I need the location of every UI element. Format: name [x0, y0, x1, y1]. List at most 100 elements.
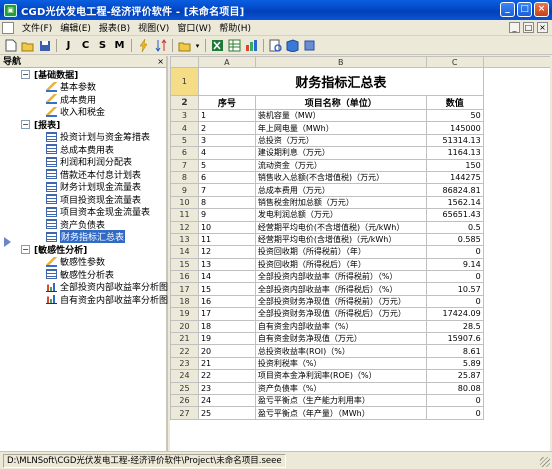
tree-item[interactable]: 资产负债表 [0, 218, 166, 231]
tree-item[interactable]: 投资计划与资金筹措表 [0, 131, 166, 143]
cell-seq[interactable]: 25 [197, 406, 256, 420]
cell-seq[interactable]: 2 [197, 121, 256, 135]
lightning-icon[interactable] [136, 38, 151, 53]
maximize-button[interactable]: □ [517, 2, 532, 17]
row-header[interactable]: 6 [170, 146, 199, 160]
row-header[interactable]: 7 [170, 158, 199, 172]
cell-name[interactable]: 建设期利息（万元） [254, 146, 427, 160]
cell-value[interactable]: 0.5 [425, 220, 484, 234]
new-file-icon[interactable] [3, 38, 18, 53]
cell-value[interactable]: 144275 [425, 170, 484, 185]
row-header[interactable]: 25 [170, 381, 199, 396]
cell-name[interactable]: 盈亏平衡点（生产能力利用率） [254, 393, 427, 408]
mdi-close-button[interactable]: × [537, 22, 548, 33]
menu-file[interactable]: 文件(F) [18, 21, 56, 34]
cell-name[interactable]: 销售收入总额(不含增值税)（万元） [254, 170, 427, 185]
row-header[interactable]: 12 [170, 220, 199, 234]
row-header[interactable]: 4 [170, 121, 199, 135]
cell-value[interactable]: 1562.14 [425, 195, 484, 210]
menu-view[interactable]: 视图(V) [134, 21, 173, 34]
cell-name[interactable]: 总成本费用（万元） [254, 183, 427, 197]
cell-value[interactable]: 0 [425, 406, 484, 420]
cell-seq[interactable]: 3 [197, 133, 256, 148]
row-header[interactable]: 5 [170, 133, 199, 148]
cell-seq[interactable]: 18 [197, 319, 256, 334]
menu-report[interactable]: 报表(B) [95, 21, 134, 34]
cell-name[interactable]: 总投资（万元） [254, 133, 427, 148]
folder-dropdown-icon[interactable] [177, 38, 192, 53]
row-header[interactable]: 10 [170, 195, 199, 210]
header-cell[interactable]: 序号 [197, 95, 256, 110]
cell-name[interactable]: 项目资本金净利润率(ROE)（%） [254, 369, 427, 383]
cell-name[interactable]: 投资回收期（所得税前）（年） [254, 245, 427, 259]
toolbar-j-button[interactable]: J [61, 38, 76, 53]
row-header[interactable]: 22 [170, 344, 199, 358]
tree-item[interactable]: 敏感性分析表 [0, 268, 166, 281]
menu-window[interactable]: 窗口(W) [173, 21, 215, 34]
collapse-icon[interactable]: − [21, 119, 30, 129]
row-header[interactable]: 26 [170, 393, 199, 408]
open-folder-icon[interactable] [20, 38, 35, 53]
cell-seq[interactable]: 7 [197, 183, 256, 197]
row-header[interactable]: 1 [170, 67, 199, 96]
cell-name[interactable]: 经营期平均电价(不含增值税)（元/kWh） [254, 220, 427, 234]
row-header[interactable]: 9 [170, 183, 199, 197]
cell-value[interactable]: 50 [425, 108, 484, 123]
cell-value[interactable]: 28.5 [425, 319, 484, 334]
tree-item[interactable]: 全部投资内部收益率分析图 [0, 281, 168, 293]
tree-item[interactable]: 收入和税金 [0, 106, 166, 118]
tree-item[interactable]: 总成本费用表 [0, 143, 166, 156]
cell-seq[interactable]: 8 [197, 195, 256, 210]
cell-name[interactable]: 投资回收期（所得税后）（年） [254, 257, 427, 272]
cell-value[interactable]: 5.89 [425, 356, 484, 371]
cell-seq[interactable]: 16 [197, 294, 256, 309]
menu-edit[interactable]: 编辑(E) [56, 21, 95, 34]
cell-value[interactable]: 80.08 [425, 381, 484, 396]
cell-seq[interactable]: 23 [197, 381, 256, 396]
cell-seq[interactable]: 22 [197, 369, 256, 383]
cell-value[interactable]: 17424.09 [425, 307, 484, 321]
cell-seq[interactable]: 5 [197, 158, 256, 172]
cell-value[interactable]: 150 [425, 158, 484, 172]
cell-seq[interactable]: 4 [197, 146, 256, 160]
row-header[interactable]: 11 [170, 208, 199, 222]
cell-seq[interactable]: 11 [197, 232, 256, 247]
toolbar-m-button[interactable]: M [112, 38, 127, 53]
report-title[interactable]: 财务指标汇总表 [197, 67, 484, 96]
tree-item-selected[interactable]: 财务指标汇总表 [0, 230, 166, 244]
corner-cell[interactable] [170, 56, 199, 68]
row-header[interactable]: 13 [170, 232, 199, 247]
column-header[interactable]: C [425, 56, 484, 68]
document-icon[interactable] [2, 21, 14, 34]
cell-name[interactable]: 自有资金财务净现值（万元） [254, 332, 427, 346]
column-header[interactable]: A [197, 56, 256, 68]
cell-seq[interactable]: 1 [197, 108, 256, 123]
cell-seq[interactable]: 15 [197, 282, 256, 296]
tree-item[interactable]: 财务计划现金流量表 [0, 181, 166, 193]
cell-seq[interactable]: 6 [197, 170, 256, 185]
cell-name[interactable]: 年上网电量（MWh） [254, 121, 427, 135]
cell-name[interactable]: 销售税金附加总额（万元） [254, 195, 427, 210]
header-cell[interactable]: 项目名称（单位） [254, 95, 427, 110]
cell-name[interactable]: 自有资金内部收益率（%） [254, 319, 427, 334]
cell-seq[interactable]: 19 [197, 332, 256, 346]
help-book-icon[interactable] [285, 38, 300, 53]
cell-value[interactable]: 65651.43 [425, 208, 484, 222]
mdi-restore-button[interactable]: □ [523, 22, 534, 33]
cell-value[interactable]: 9.14 [425, 257, 484, 272]
cell-seq[interactable]: 17 [197, 307, 256, 321]
cell-seq[interactable]: 14 [197, 270, 256, 284]
row-header[interactable]: 14 [170, 245, 199, 259]
toolbar-c-button[interactable]: C [78, 38, 93, 53]
cell-seq[interactable]: 24 [197, 393, 256, 408]
toolbar-s-button[interactable]: S [95, 38, 110, 53]
cell-name[interactable]: 盈亏平衡点（年产量）（MWh） [254, 406, 427, 420]
row-header[interactable]: 24 [170, 369, 199, 383]
row-header[interactable]: 18 [170, 294, 199, 309]
row-header[interactable]: 21 [170, 332, 199, 346]
bar-chart-icon[interactable] [244, 38, 259, 53]
tree-item[interactable]: 敏感性参数 [0, 256, 166, 268]
cell-seq[interactable]: 12 [197, 245, 256, 259]
tree-group-report[interactable]: − [报表] [0, 118, 166, 131]
cell-value[interactable]: 1164.13 [425, 146, 484, 160]
